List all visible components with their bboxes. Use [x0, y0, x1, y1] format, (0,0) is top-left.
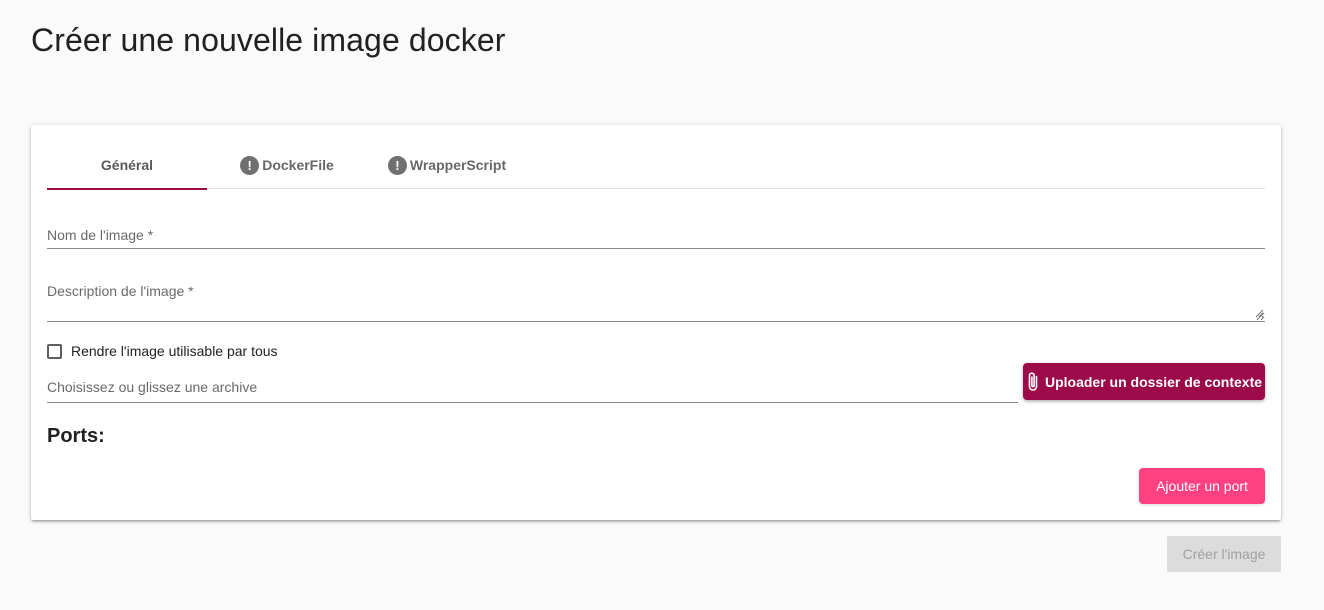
add-port-button[interactable]: Ajouter un port	[1139, 468, 1265, 504]
upload-context-button[interactable]: Uploader un dossier de contexte	[1023, 363, 1265, 400]
public-image-checkbox-row[interactable]: Rendre l'image utilisable par tous	[47, 343, 278, 359]
ports-section-title: Ports:	[47, 425, 105, 447]
create-image-button[interactable]: Créer l'image	[1167, 536, 1281, 572]
tab-dockerfile[interactable]: ! DockerFile	[207, 141, 367, 189]
public-image-checkbox[interactable]	[47, 343, 62, 359]
tab-wrapperscript-label: WrapperScript	[409, 157, 507, 173]
tab-wrapperscript[interactable]: ! WrapperScript	[367, 141, 527, 189]
tab-dockerfile-label: DockerFile	[262, 157, 334, 173]
image-name-input[interactable]	[47, 223, 1265, 245]
alert-circle-icon: !	[240, 155, 260, 175]
archive-input[interactable]	[47, 376, 1018, 398]
tab-general-label: Général	[100, 157, 154, 173]
image-name-field-container	[47, 223, 1265, 249]
alert-circle-icon: !	[387, 155, 407, 175]
tab-general[interactable]: Général	[47, 141, 207, 190]
resize-handle-icon[interactable]	[1255, 309, 1264, 318]
archive-field-container	[47, 376, 1018, 403]
upload-context-button-label: Uploader un dossier de contexte	[1044, 373, 1263, 390]
public-image-checkbox-label: Rendre l'image utilisable par tous	[71, 343, 278, 359]
image-description-field-container	[47, 280, 1265, 322]
page-title: Créer une nouvelle image docker	[31, 22, 506, 58]
image-description-input[interactable]	[47, 280, 1265, 321]
tab-bar: Général ! DockerFile ! WrapperScript	[47, 141, 1265, 190]
form-card: Général ! DockerFile ! WrapperScript Ren…	[31, 125, 1281, 520]
paperclip-icon	[1026, 371, 1040, 393]
